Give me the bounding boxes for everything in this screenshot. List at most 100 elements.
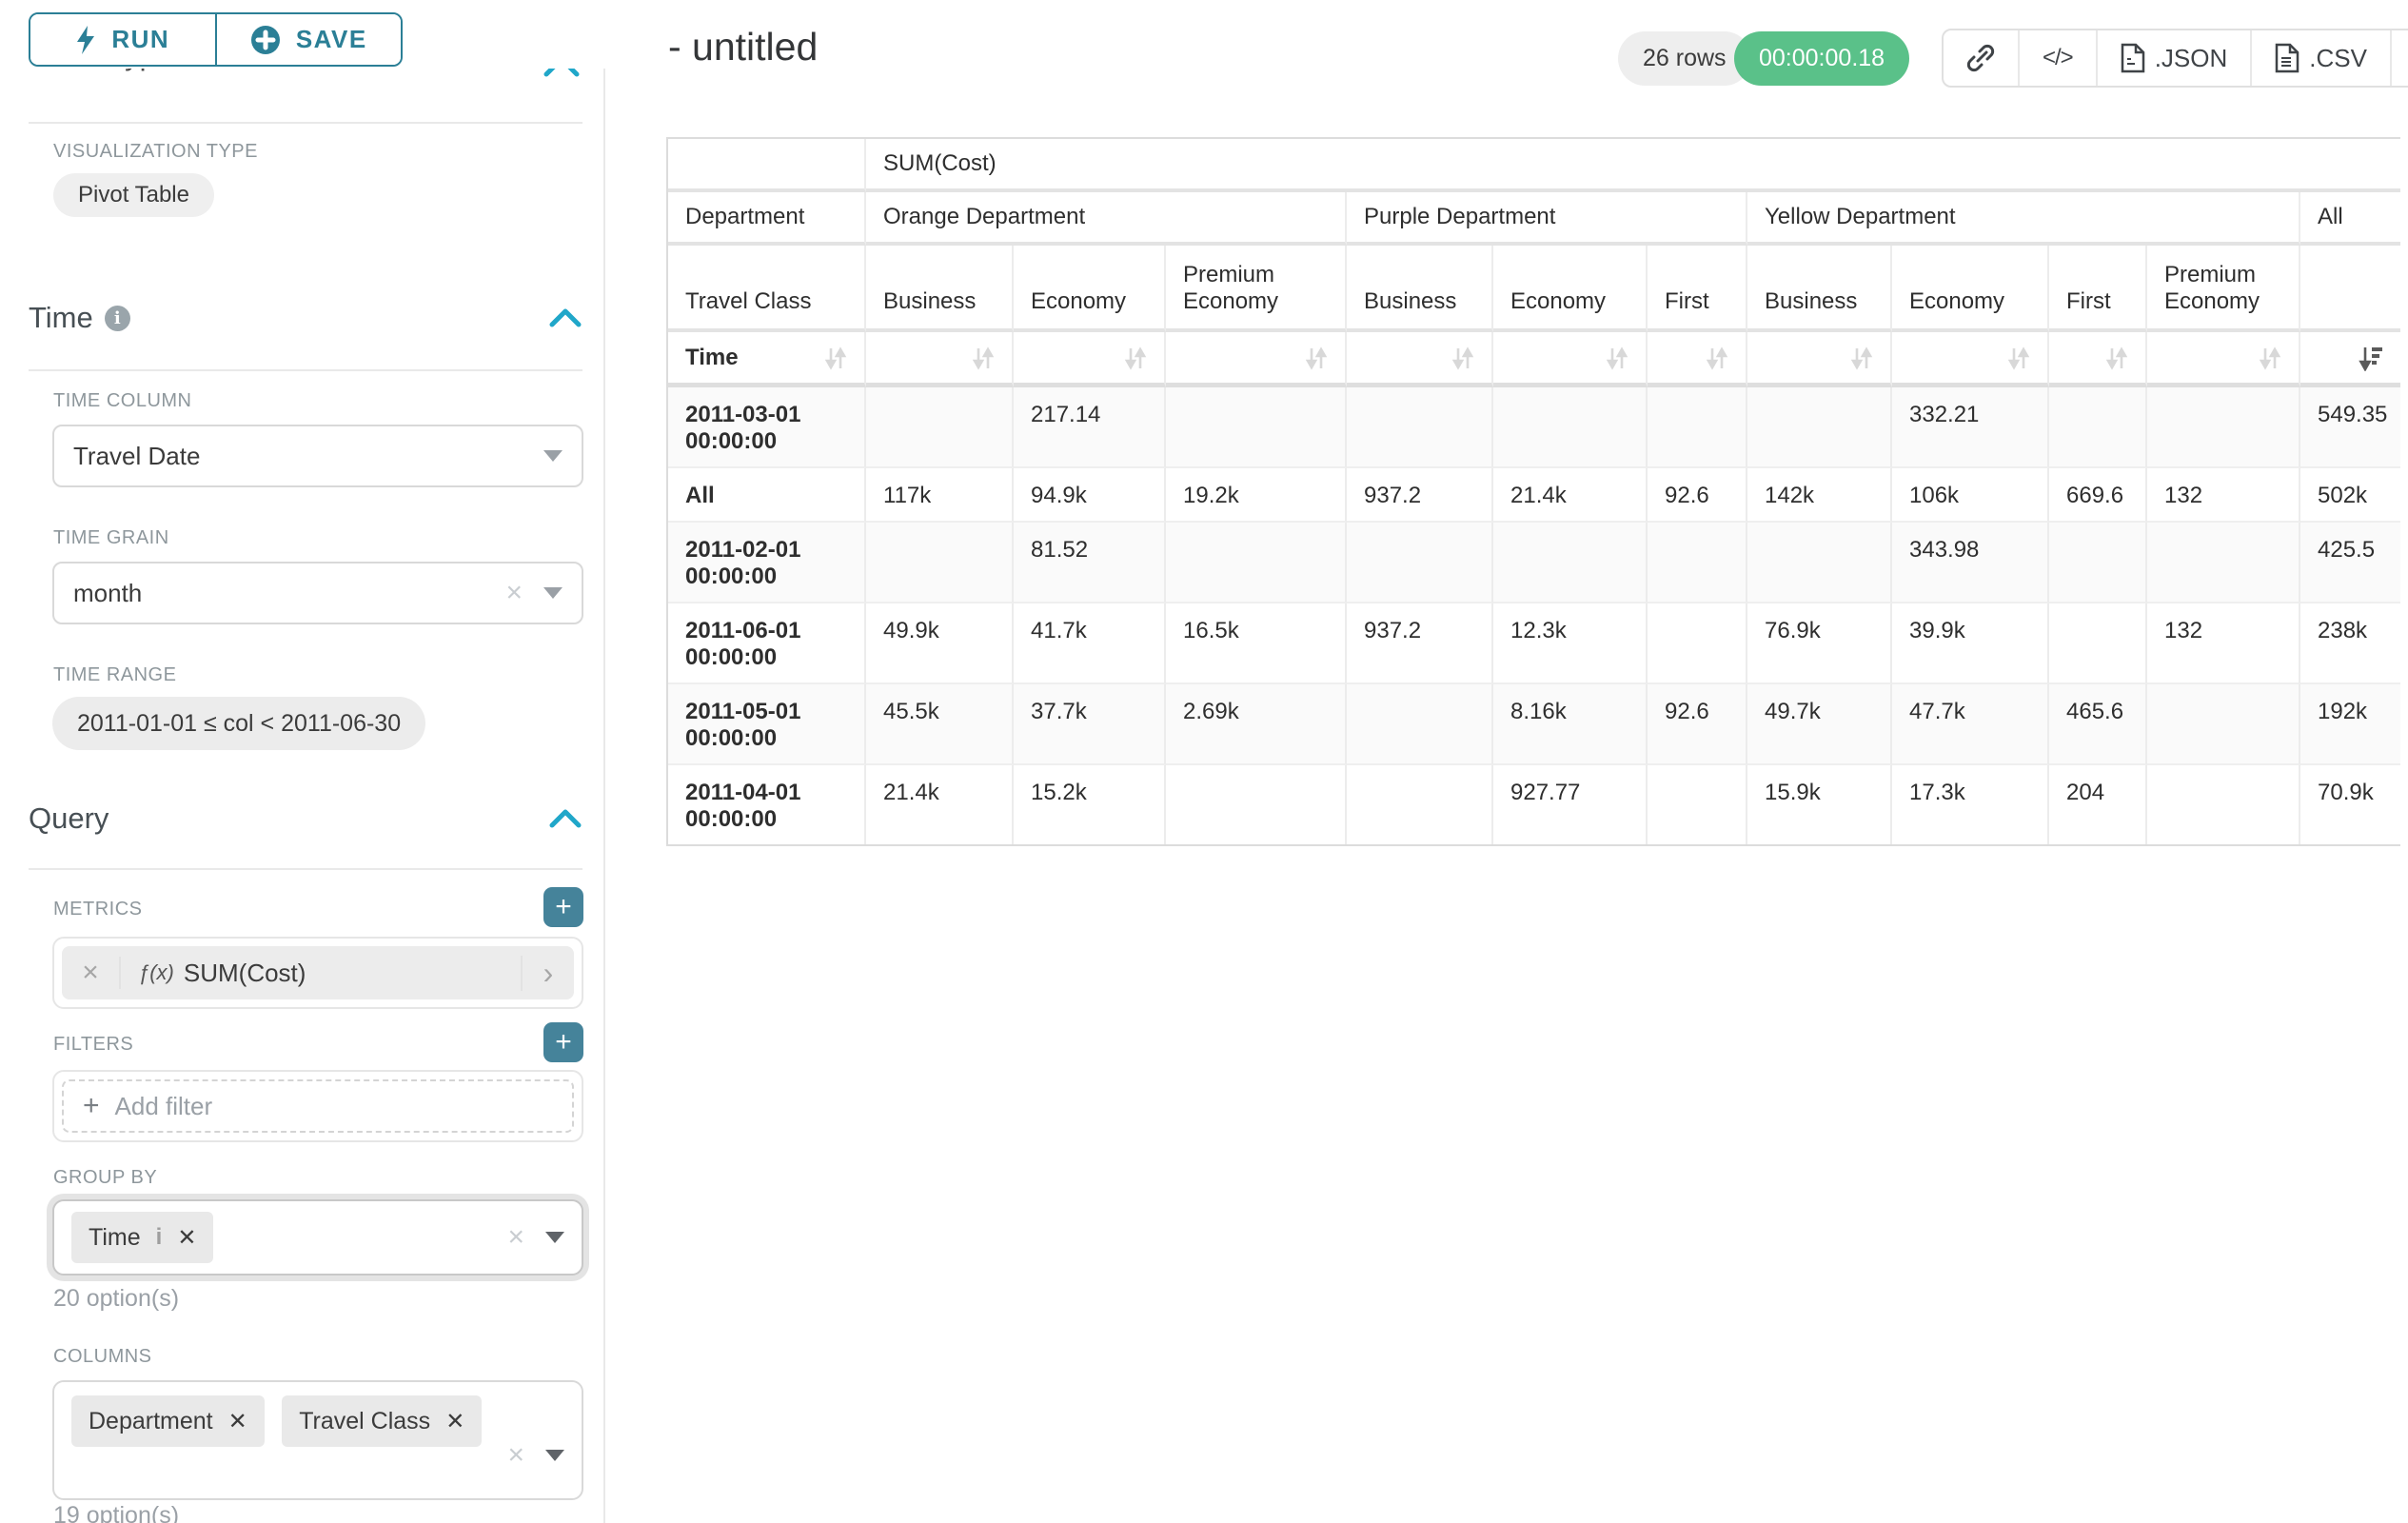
remove-tag-x-icon[interactable]: ✕ <box>177 1224 196 1252</box>
sort-arrows-icon[interactable] <box>1606 346 1628 371</box>
group-by-tag[interactable]: Time i ✕ <box>71 1212 213 1263</box>
pivot-cell: 12.3k <box>1493 603 1648 684</box>
columns-select[interactable]: Department ✕ Travel Class ✕ × <box>52 1380 583 1500</box>
pivot-cell: 94.9k <box>1014 468 1166 523</box>
run-button[interactable]: RUN <box>30 14 217 65</box>
sort-arrows-icon[interactable] <box>972 346 995 371</box>
pivot-cell: 549.35 <box>2300 387 2400 468</box>
row-axis-header: Department <box>668 192 866 246</box>
share-link-button[interactable] <box>1944 30 2020 86</box>
sort-arrows-icon[interactable] <box>2007 346 2030 371</box>
info-icon: i <box>105 306 130 331</box>
sort-arrows-icon[interactable] <box>1124 346 1147 371</box>
viz-type-value[interactable]: Pivot Table <box>53 173 214 217</box>
column-sort-header[interactable] <box>1014 332 1166 387</box>
column-subheader: Premium Economy <box>2147 246 2300 332</box>
column-sort-header[interactable] <box>2147 332 2300 387</box>
table-row: 2011-04-01 00:00:0021.4k15.2k927.7715.9k… <box>668 765 2400 844</box>
pivot-cell <box>1747 387 1892 468</box>
query-timer-badge: 00:00:00.18 <box>1734 31 1909 86</box>
pivot-cell: 15.2k <box>1014 765 1166 844</box>
export-json-button[interactable]: .JSON <box>2098 30 2253 86</box>
column-sort-header[interactable] <box>1892 332 2049 387</box>
pivot-cell <box>1166 387 1347 468</box>
columns-label: COLUMNS <box>53 1346 152 1368</box>
pivot-cell: 39.9k <box>1892 603 2049 684</box>
pivot-row-label: 2011-02-01 00:00:00 <box>668 523 866 603</box>
sort-arrows-icon[interactable] <box>1850 346 1873 371</box>
column-sort-header[interactable] <box>1747 332 1892 387</box>
column-subheader <box>2300 246 2400 332</box>
sort-amount-desc-icon[interactable] <box>2359 346 2383 371</box>
pivot-cell <box>2049 603 2147 684</box>
pivot-cell <box>1166 523 1347 603</box>
column-sort-header[interactable] <box>2049 332 2147 387</box>
chart-title[interactable]: - untitled <box>668 25 818 69</box>
sort-arrows-icon[interactable] <box>2259 346 2281 371</box>
remove-tag-x-icon[interactable]: ✕ <box>228 1408 247 1435</box>
caret-down-icon[interactable] <box>545 1232 564 1243</box>
save-button[interactable]: SAVE <box>217 14 402 65</box>
chevron-up-icon[interactable] <box>548 808 582 829</box>
pivot-cell <box>2147 387 2300 468</box>
sort-arrows-icon[interactable] <box>1305 346 1328 371</box>
pivot-cell <box>2147 523 2300 603</box>
time-section-header: Time i <box>29 301 582 335</box>
add-filter-dropzone[interactable]: + Add filter <box>62 1079 574 1133</box>
pivot-row-label: All <box>668 468 866 523</box>
add-metric-button[interactable]: + <box>543 887 583 927</box>
pivot-cell <box>1347 684 1493 765</box>
caret-down-icon[interactable] <box>545 1450 564 1461</box>
export-button-group: </> .JSON .CSV <box>1942 29 2408 88</box>
caret-down-icon[interactable] <box>543 587 563 599</box>
columns-tag[interactable]: Travel Class ✕ <box>282 1395 482 1447</box>
column-sort-header[interactable] <box>1648 332 1747 387</box>
column-sort-header[interactable] <box>2300 332 2400 387</box>
export-csv-button[interactable]: .CSV <box>2252 30 2392 86</box>
add-filter-plus-button[interactable]: + <box>543 1022 583 1062</box>
column-group-header: Orange Department <box>866 192 1347 246</box>
menu-button[interactable] <box>2392 30 2408 86</box>
run-label: RUN <box>111 25 169 54</box>
sort-arrows-icon[interactable] <box>1706 346 1728 371</box>
pivot-cell: 2.69k <box>1166 684 1347 765</box>
remove-tag-x-icon[interactable]: ✕ <box>445 1408 464 1435</box>
run-save-group: RUN SAVE <box>29 12 403 67</box>
time-grain-select[interactable]: month × <box>52 562 583 624</box>
time-sort-header[interactable]: Time <box>668 332 866 387</box>
group-by-option-count: 20 option(s) <box>53 1285 179 1313</box>
chevron-right-icon[interactable]: › <box>521 956 574 991</box>
metric-pill[interactable]: × ƒ(x) SUM(Cost) › <box>62 946 574 999</box>
chevron-up-icon[interactable] <box>548 307 582 328</box>
caret-down-icon[interactable] <box>543 450 563 462</box>
pivot-cell: 465.6 <box>2049 684 2147 765</box>
sort-arrows-icon[interactable] <box>1451 346 1474 371</box>
column-sort-header[interactable] <box>1166 332 1347 387</box>
column-group-header: All <box>2300 192 2400 246</box>
column-sort-header[interactable] <box>866 332 1014 387</box>
column-sort-header[interactable] <box>1493 332 1648 387</box>
sort-arrows-icon[interactable] <box>2105 346 2128 371</box>
save-label: SAVE <box>296 25 367 54</box>
pivot-cell <box>1493 523 1648 603</box>
filters-container: + Add filter <box>52 1070 583 1142</box>
pivot-cell <box>2049 387 2147 468</box>
column-sort-header[interactable] <box>1347 332 1493 387</box>
x-icon[interactable]: × <box>507 1441 524 1470</box>
time-range-value[interactable]: 2011-01-01 ≤ col < 2011-06-30 <box>52 697 425 750</box>
x-icon[interactable]: × <box>505 579 523 607</box>
columns-tag-label: Travel Class <box>299 1408 430 1435</box>
sort-arrows-icon[interactable] <box>824 346 847 371</box>
control-panel-sidebar: Chart Type RUN SAVE VISUALIZATION TYPE <box>0 0 605 1523</box>
pivot-cell: 92.6 <box>1648 468 1747 523</box>
metric-value: SUM(Cost) <box>184 959 306 988</box>
pivot-cell: 76.9k <box>1747 603 1892 684</box>
columns-tag[interactable]: Department ✕ <box>71 1395 265 1447</box>
group-by-select[interactable]: Time i ✕ × <box>52 1199 583 1276</box>
remove-metric-x-icon[interactable]: × <box>62 957 121 989</box>
time-column-select[interactable]: Travel Date <box>52 425 583 487</box>
row-axis-header: Travel Class <box>668 246 866 332</box>
pivot-cell <box>1747 523 1892 603</box>
embed-code-button[interactable]: </> <box>2020 30 2098 86</box>
x-icon[interactable]: × <box>507 1223 524 1252</box>
